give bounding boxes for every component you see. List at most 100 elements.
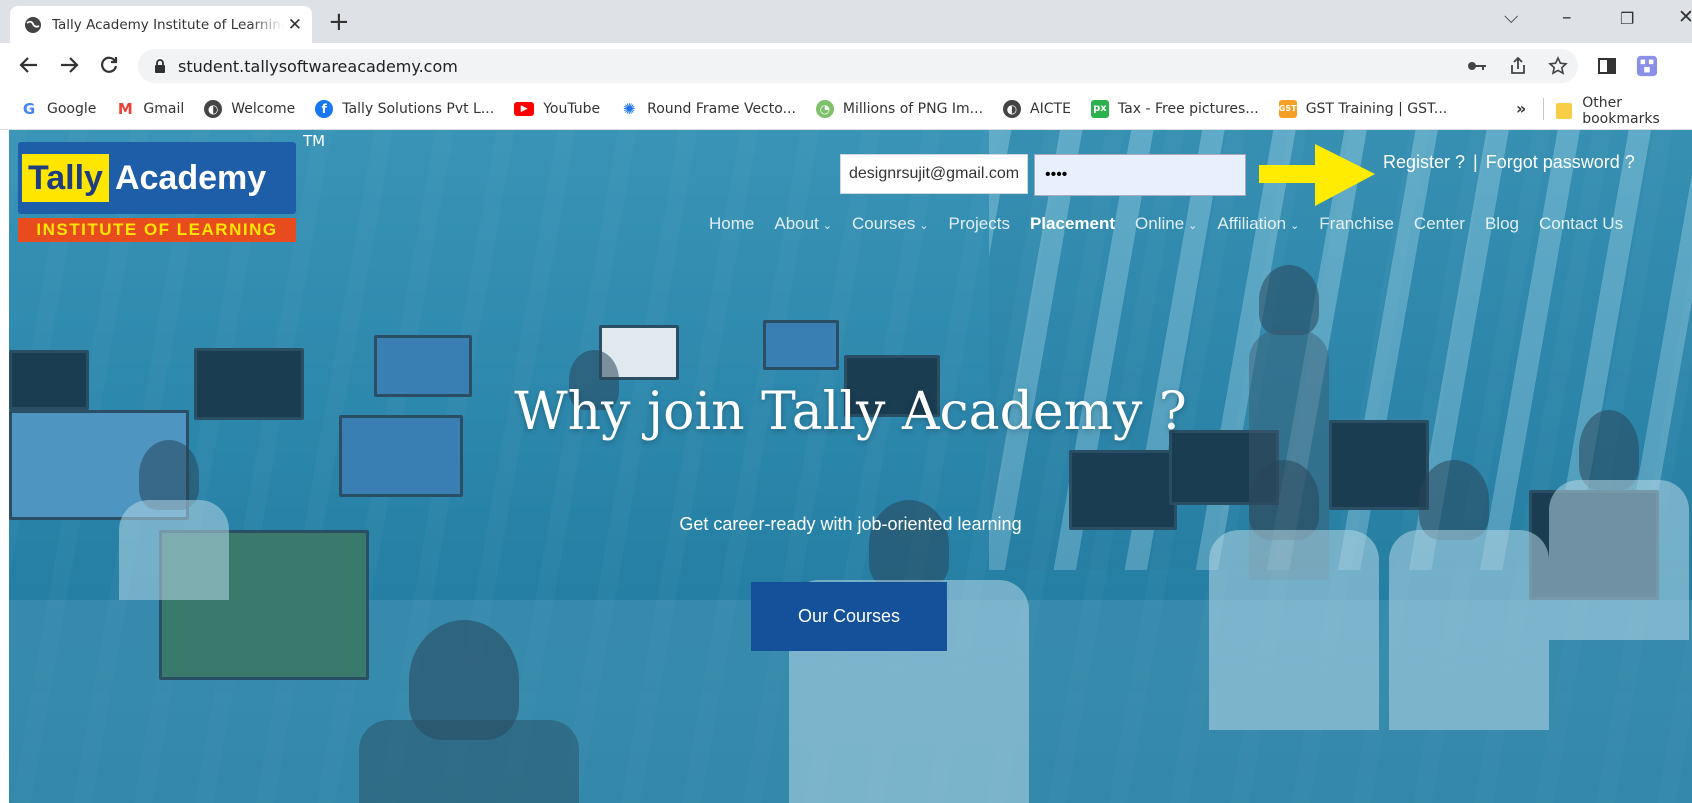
main-nav: Home About ⌄ Courses ⌄ Projects Placement … <box>709 214 1643 234</box>
nav-contact-us[interactable]: Contact Us <box>1539 214 1623 234</box>
arrow-right-icon <box>1259 144 1375 206</box>
key-icon[interactable] <box>1466 55 1488 77</box>
nav-online[interactable]: Online ⌄ <box>1135 214 1197 234</box>
bookmark-google[interactable]: G Google <box>20 99 97 118</box>
more-bookmarks-button[interactable]: » <box>1516 99 1526 118</box>
forgot-password-link[interactable]: Forgot password ? <box>1486 152 1635 173</box>
youtube-icon: ▶ <box>514 101 535 116</box>
logo-academy-text: Academy <box>114 158 267 197</box>
nav-label: Online <box>1135 214 1185 233</box>
nav-label: Courses <box>852 214 916 233</box>
bookmark-tally-solutions[interactable]: f Tally Solutions Pvt L... <box>315 99 495 118</box>
bookmark-label: GST Training | GST... <box>1305 100 1448 117</box>
logo-subtitle: INSTITUTE OF LEARNING <box>18 218 296 242</box>
tab-title: Tally Academy Institute of Learning <box>52 16 284 33</box>
google-icon: G <box>22 99 36 118</box>
browser-tab[interactable]: Tally Academy Institute of Learning ✕ <box>10 6 312 43</box>
bookmark-gst-training[interactable]: GST GST Training | GST... <box>1278 99 1448 118</box>
student-image <box>1389 530 1549 730</box>
png-icon: ◔ <box>815 99 834 118</box>
nav-label: Affiliation <box>1217 214 1287 233</box>
nav-label: Blog <box>1484 214 1519 233</box>
register-link[interactable]: Register ? <box>1383 152 1465 173</box>
student-image <box>1209 530 1379 730</box>
nav-franchise[interactable]: Franchise <box>1319 214 1394 234</box>
bookmark-youtube[interactable]: ▶ YouTube <box>514 101 600 117</box>
facebook-icon: f <box>315 99 334 118</box>
reload-icon <box>101 56 118 73</box>
gst-icon: GST <box>1278 99 1297 118</box>
other-bookmarks-label: Other bookmarks <box>1582 95 1660 127</box>
globe-icon: ◐ <box>1003 99 1022 118</box>
bookmark-label: AICTE <box>1030 100 1071 117</box>
hero-headline: Why join Tally Academy ? <box>514 382 1187 442</box>
nav-label: Home <box>709 214 755 233</box>
nav-label: Projects <box>948 214 1010 233</box>
close-window-icon[interactable]: ✕ <box>1678 6 1692 28</box>
monitor-image <box>763 320 839 370</box>
minimize-icon[interactable]: – <box>1562 6 1572 28</box>
vector-icon: ✺ <box>622 99 636 118</box>
nav-label: Center <box>1413 214 1465 233</box>
other-bookmarks-folder[interactable]: Other bookmarks <box>1556 95 1692 127</box>
nav-center[interactable]: Center <box>1414 214 1465 234</box>
logo-tally-text: Tally <box>22 154 109 202</box>
nav-label: Contact Us <box>1538 214 1624 233</box>
nav-blog[interactable]: Blog <box>1485 214 1519 234</box>
student-image <box>1549 480 1689 640</box>
reload-button[interactable] <box>96 52 122 78</box>
tally-academy-logo[interactable]: Tally Academy INSTITUTE OF LEARNING <box>18 142 296 242</box>
chevron-down-icon: ⌄ <box>1188 220 1198 232</box>
chevron-down-icon: ⌄ <box>919 220 929 232</box>
lock-icon <box>155 58 165 73</box>
bookmark-label: Millions of PNG Im... <box>842 100 984 117</box>
nav-label: About <box>774 214 819 233</box>
bookmark-png-images[interactable]: ◔ Millions of PNG Im... <box>815 99 984 118</box>
back-button[interactable] <box>16 52 42 78</box>
url-text: student.tallysoftwareacademy.com <box>178 56 458 76</box>
logo-wordmark: Tally Academy <box>18 142 296 214</box>
share-icon[interactable] <box>1507 55 1529 77</box>
bookmark-tax-pictures[interactable]: px Tax - Free pictures... <box>1090 99 1259 118</box>
bookmark-aicte[interactable]: ◐ AICTE <box>1003 99 1071 118</box>
our-courses-button[interactable]: Our Courses <box>751 582 947 651</box>
bookmark-label: Welcome <box>231 100 296 117</box>
close-tab-icon[interactable]: ✕ <box>288 15 302 35</box>
nav-projects[interactable]: Projects <box>949 214 1010 234</box>
bookmark-label: Tally Solutions Pvt L... <box>342 100 495 117</box>
bookmark-round-frame[interactable]: ✺ Round Frame Vecto... <box>620 100 796 118</box>
side-panel-icon[interactable] <box>1596 55 1618 77</box>
tab-search-icon[interactable]: ⌵ <box>1504 6 1518 28</box>
folder-icon <box>1556 103 1573 119</box>
chevron-down-icon: ⌄ <box>822 220 833 232</box>
profile-avatar-icon[interactable] <box>1636 55 1658 77</box>
bookmark-gmail[interactable]: M Gmail <box>116 100 184 118</box>
auth-links: Register ? | Forgot password ? <box>1383 152 1635 173</box>
forward-button[interactable] <box>56 52 82 78</box>
bookmark-label: Google <box>47 100 97 117</box>
hero-tagline: Get career-ready with job-oriented learn… <box>679 514 1022 534</box>
student-image <box>359 720 579 803</box>
address-bar: student.tallysoftwareacademy.com <box>0 43 1692 88</box>
star-icon[interactable] <box>1547 55 1569 77</box>
nav-affiliation[interactable]: Affiliation ⌄ <box>1217 214 1299 234</box>
globe-icon <box>25 16 41 33</box>
hero-section: Tally Academy INSTITUTE OF LEARNING TM R… <box>9 130 1692 803</box>
restore-icon[interactable]: ❐ <box>1620 9 1634 28</box>
nav-home[interactable]: Home <box>709 214 754 234</box>
omnibox[interactable]: student.tallysoftwareacademy.com <box>138 49 1578 83</box>
nav-placement[interactable]: Placement <box>1030 214 1115 234</box>
nav-about[interactable]: About ⌄ <box>774 214 832 234</box>
auth-separator: | <box>1473 152 1478 172</box>
bookmarks-divider <box>1543 98 1544 120</box>
new-tab-button[interactable]: + <box>328 9 350 35</box>
globe-icon: ◐ <box>204 99 223 118</box>
email-field[interactable] <box>840 154 1028 194</box>
teacher-image <box>1259 265 1319 335</box>
password-field[interactable] <box>1034 154 1246 196</box>
nav-label: Placement <box>1029 214 1116 233</box>
bookmark-label: YouTube <box>543 100 601 117</box>
bookmark-welcome[interactable]: ◐ Welcome <box>204 99 296 118</box>
bookmark-label: Gmail <box>143 100 185 117</box>
nav-courses[interactable]: Courses ⌄ <box>852 214 929 234</box>
